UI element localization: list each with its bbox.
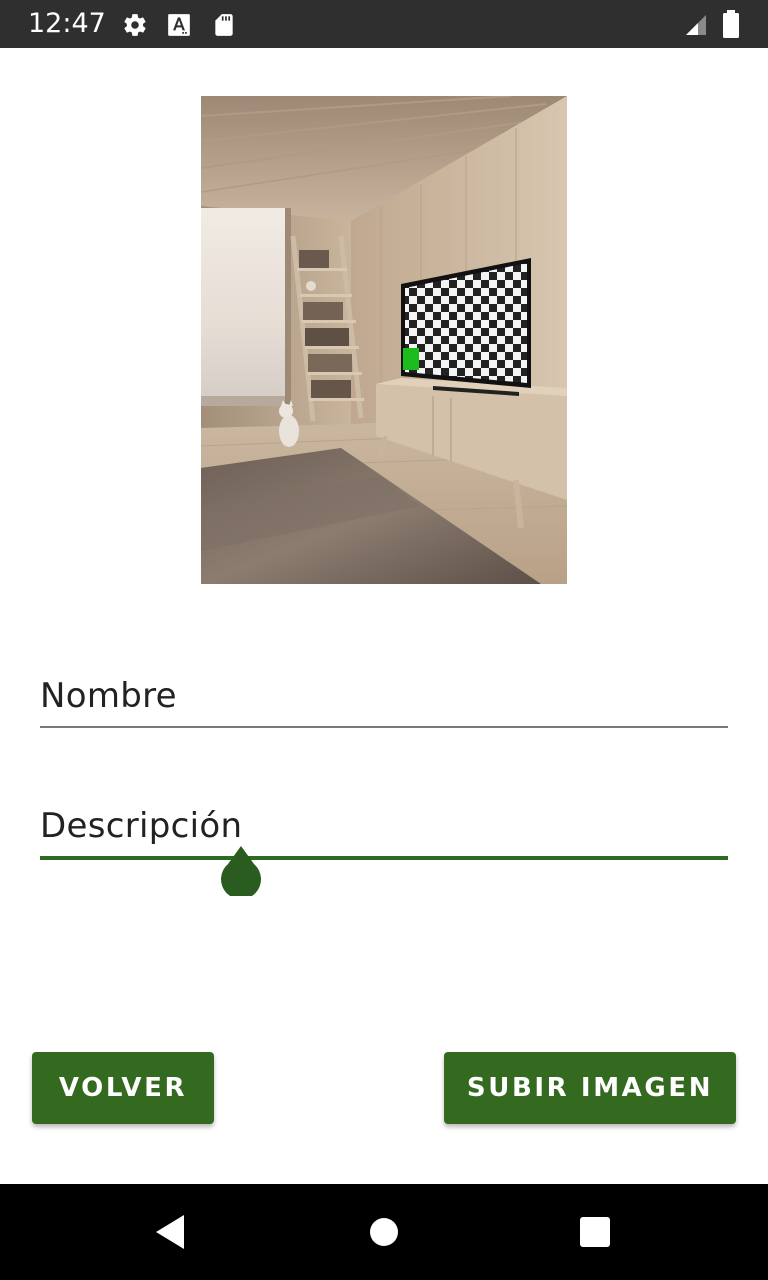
volver-button[interactable]: VOLVER: [32, 1052, 214, 1124]
image-preview[interactable]: [201, 96, 567, 584]
gear-icon: [124, 14, 146, 36]
descripcion-label: Descripción: [40, 806, 243, 846]
room-photo-image: [201, 96, 567, 584]
status-bar: 12:47: [0, 0, 768, 48]
nombre-underline: [40, 726, 728, 728]
descripcion-field[interactable]: Descripción: [40, 800, 728, 860]
cursor-handle-icon[interactable]: [220, 846, 262, 896]
font-a-icon: [168, 14, 190, 36]
navigation-bar: [0, 1184, 768, 1280]
status-time: 12:47: [28, 8, 106, 39]
signal-icon: [686, 15, 706, 35]
recents-icon[interactable]: [573, 1210, 617, 1254]
sd-card-icon: [215, 14, 233, 36]
nombre-field[interactable]: Nombre: [40, 670, 728, 728]
home-icon[interactable]: [362, 1210, 406, 1254]
descripcion-underline: [40, 856, 728, 860]
subir-imagen-button[interactable]: SUBIR IMAGEN: [444, 1052, 736, 1124]
nombre-label: Nombre: [40, 676, 177, 716]
back-icon[interactable]: [150, 1210, 194, 1254]
battery-icon: [723, 10, 739, 38]
